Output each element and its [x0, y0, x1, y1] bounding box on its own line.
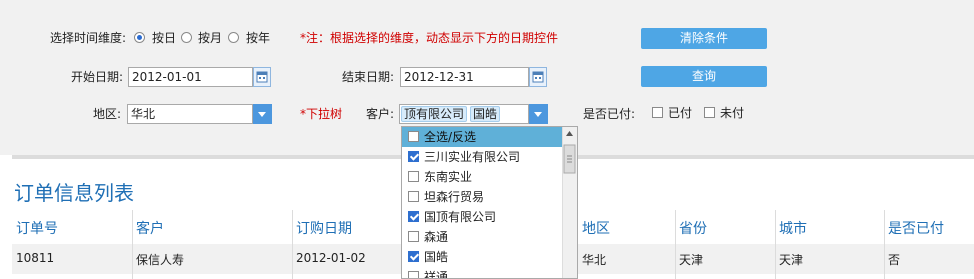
- checkbox[interactable]: [408, 211, 419, 222]
- chevron-down-icon[interactable]: [529, 104, 548, 124]
- item-label: 三川实业有限公司: [424, 150, 521, 164]
- dropdown-scrollbar[interactable]: [562, 127, 577, 278]
- column-header[interactable]: 地区: [582, 218, 610, 238]
- column-header[interactable]: 客户: [136, 218, 164, 238]
- unpaid-option-label: 未付: [720, 106, 745, 120]
- radio-by-year-label: 按年: [246, 31, 271, 45]
- paid-checkbox[interactable]: [652, 107, 663, 118]
- list-item[interactable]: 坦森行贸易: [402, 187, 562, 207]
- customer-tag[interactable]: 国皓: [470, 106, 501, 122]
- cell-paid: 否: [888, 253, 901, 267]
- item-label: 森通: [424, 230, 449, 244]
- item-label: 东南实业: [424, 170, 473, 184]
- checkbox[interactable]: [408, 131, 419, 142]
- region-label: 地区:: [93, 107, 122, 121]
- column-header[interactable]: 省份: [679, 218, 707, 238]
- end-date-label: 结束日期:: [342, 70, 395, 84]
- radio-by-day-label: 按日: [152, 31, 177, 45]
- list-item[interactable]: 祥通: [402, 267, 562, 279]
- checkbox[interactable]: [408, 251, 419, 262]
- paid-option-label: 已付: [668, 106, 693, 120]
- customer-tag[interactable]: 顶有限公司: [401, 106, 468, 122]
- item-label: 全选/反选: [424, 130, 477, 144]
- column-divider: [884, 210, 885, 279]
- chevron-down-icon[interactable]: [253, 104, 272, 124]
- cell-province: 天津: [679, 253, 704, 267]
- unpaid-checkbox[interactable]: [704, 107, 715, 118]
- page-title: 订单信息列表: [14, 181, 134, 205]
- list-item[interactable]: 三川实业有限公司: [402, 147, 562, 167]
- checkbox[interactable]: [408, 191, 419, 202]
- column-header[interactable]: 是否已付: [888, 218, 944, 238]
- item-label: 国皓: [424, 250, 449, 264]
- column-divider: [675, 210, 676, 279]
- radio-by-year[interactable]: [228, 32, 239, 43]
- checkbox[interactable]: [408, 151, 419, 162]
- list-item[interactable]: 国皓: [402, 247, 562, 267]
- customer-label: 客户:: [366, 107, 395, 121]
- checkbox[interactable]: [408, 231, 419, 242]
- column-header[interactable]: 订单号: [16, 218, 58, 238]
- cell-city: 天津: [779, 253, 804, 267]
- cell-region: 华北: [582, 253, 607, 267]
- cell-order-id: 10811: [16, 251, 55, 265]
- start-date-input[interactable]: 2012-01-01: [128, 67, 253, 87]
- select-all-item[interactable]: 全选/反选: [402, 127, 562, 147]
- customer-dropdown-tree[interactable]: 全选/反选 三川实业有限公司 东南实业 坦森行贸易 国顶有限公司 森通 国皓 祥…: [401, 126, 578, 279]
- calendar-icon[interactable]: [529, 67, 547, 87]
- column-divider: [775, 210, 776, 279]
- dimension-note: *注：根据选择的维度，动态显示下方的日期控件: [300, 31, 559, 45]
- radio-by-day[interactable]: [134, 32, 145, 43]
- item-label: 坦森行贸易: [424, 190, 485, 204]
- column-divider: [132, 210, 133, 279]
- column-divider: [292, 210, 293, 279]
- checkbox[interactable]: [408, 271, 419, 278]
- start-date-label: 开始日期:: [71, 70, 124, 84]
- radio-by-month[interactable]: [181, 32, 192, 43]
- list-item[interactable]: 森通: [402, 227, 562, 247]
- time-dimension-label: 选择时间维度:: [50, 31, 127, 45]
- list-item[interactable]: 东南实业: [402, 167, 562, 187]
- clear-conditions-button[interactable]: 清除条件: [641, 28, 767, 49]
- list-item[interactable]: 国顶有限公司: [402, 207, 562, 227]
- cell-date: 2012-01-02: [296, 251, 366, 265]
- dropdown-tree-note: *下拉树: [300, 107, 343, 121]
- paid-label: 是否已付:: [583, 107, 636, 121]
- customer-select[interactable]: 顶有限公司 国皓: [399, 104, 529, 124]
- item-label: 国顶有限公司: [424, 210, 497, 224]
- radio-by-month-label: 按月: [198, 31, 223, 45]
- query-button[interactable]: 查询: [641, 66, 767, 87]
- column-header[interactable]: 城市: [779, 218, 807, 238]
- region-select[interactable]: 华北: [127, 104, 253, 124]
- column-header[interactable]: 订购日期: [296, 218, 352, 238]
- calendar-icon[interactable]: [253, 67, 271, 87]
- cell-customer: 保信人寿: [136, 253, 185, 267]
- item-label: 祥通: [424, 270, 449, 279]
- checkbox[interactable]: [408, 171, 419, 182]
- end-date-input[interactable]: 2012-12-31: [400, 67, 529, 87]
